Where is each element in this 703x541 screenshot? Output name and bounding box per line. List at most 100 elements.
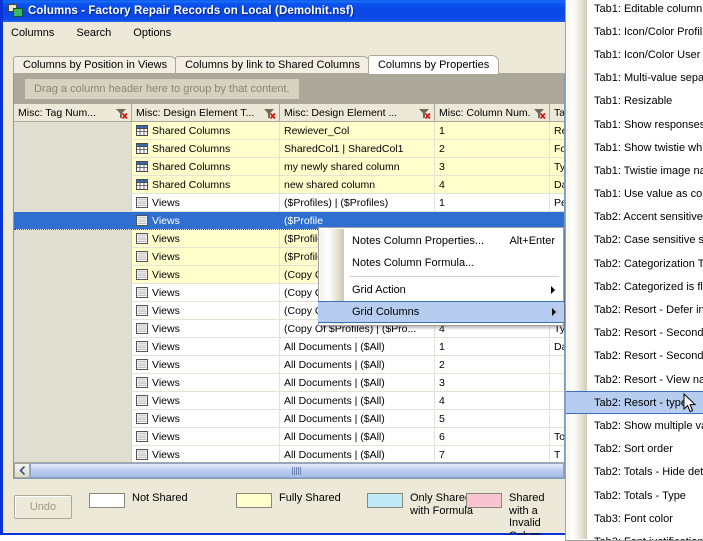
submenu-item-10[interactable]: Tab2: Case sensitive s [566,229,703,252]
submenu-item-2[interactable]: Tab1: Icon/Color User [566,43,703,66]
cell-tab-property[interactable] [550,410,564,427]
cell-design-element-type[interactable]: Views [132,392,280,409]
cell-design-element-type[interactable]: Views [132,266,280,283]
context-menu[interactable]: Notes Column Properties... Alt+Enter Not… [318,227,564,326]
table-row[interactable]: Shared Columns new shared column4Da [14,176,564,194]
cell-column-number[interactable]: 1 [435,122,550,139]
table-row[interactable]: Views All Documents | ($All) 5 [14,410,564,428]
context-menu-item-grid-action[interactable]: Grid Action [319,279,563,301]
cell-design-element-type[interactable]: Views [132,320,280,337]
cell-design-element-type[interactable]: Views [132,374,280,391]
table-row[interactable]: Views All Documents | ($All)1Da [14,338,564,356]
cell-design-element-name[interactable]: ($Profiles) | ($Profiles) [280,194,435,211]
filter-clear-icon[interactable] [533,108,546,119]
submenu-item-6[interactable]: Tab1: Show twistie wh [566,136,703,159]
cell-design-element-type[interactable]: Views [132,284,280,301]
cell-tab-property[interactable]: T [550,446,564,462]
filter-clear-icon[interactable] [263,108,276,119]
grid-columns-submenu[interactable]: Tab1: Editable column Tab1: Icon/Color Pr… [565,0,703,541]
cell-design-element-name[interactable]: new shared column [280,176,435,193]
cell-design-element-name[interactable]: All Documents | ($All) [280,374,435,391]
submenu-item-12[interactable]: Tab2: Categorized is fl [566,275,703,298]
submenu-item-17[interactable]: Tab2: Resort - type [566,391,703,415]
cell-tag-number[interactable] [14,140,132,157]
cell-design-element-type[interactable]: Views [132,302,280,319]
grid-column-headers[interactable]: Misc: Tag Num... Misc: Design Element T..… [14,104,564,122]
submenu-item-1[interactable]: Tab1: Icon/Color Profil [566,20,703,43]
cell-tag-number[interactable] [14,158,132,175]
cell-tag-number[interactable] [14,302,132,319]
table-row[interactable]: Views All Documents | ($All) 3 [14,374,564,392]
submenu-item-3[interactable]: Tab1: Multi-value sepa [566,67,703,90]
tab-columns-by-position[interactable]: Columns by Position in Views [13,56,178,74]
submenu-item-7[interactable]: Tab1: Twistie image na [566,159,703,182]
cell-design-element-name[interactable]: my newly shared column [280,158,435,175]
submenu-item-4[interactable]: Tab1: Resizable [566,90,703,113]
submenu-item-18[interactable]: Tab2: Show multiple va [566,414,703,437]
submenu-item-21[interactable]: Tab2: Totals - Type [566,484,703,507]
cell-design-element-name[interactable]: Rewiever_Col [280,122,435,139]
submenu-item-14[interactable]: Tab2: Resort - Second [566,322,703,345]
cell-design-element-type[interactable]: Views [132,428,280,445]
cell-design-element-name[interactable]: All Documents | ($All) [280,392,435,409]
submenu-item-23[interactable]: Tab3: Font justification [566,530,703,540]
horizontal-scrollbar[interactable] [14,462,564,478]
cell-tag-number[interactable] [14,230,132,247]
grid-column-header-3[interactable]: Misc: Column Num... [435,104,550,121]
menu-options[interactable]: Options [133,25,180,41]
tab-columns-by-link[interactable]: Columns by link to Shared Columns [175,56,370,74]
cell-design-element-name[interactable]: SharedCol1 | SharedCol1 [280,140,435,157]
grid-column-header-1[interactable]: Misc: Design Element T... [132,104,280,121]
cell-tab-property[interactable]: Ty [550,158,564,175]
cell-design-element-type[interactable]: Views [132,338,280,355]
cell-design-element-type[interactable]: Views [132,212,280,229]
grid-column-header-4[interactable]: Ta [550,104,564,121]
cell-design-element-type[interactable]: Views [132,410,280,427]
cell-tag-number[interactable] [14,176,132,193]
table-row[interactable]: Views All Documents | ($All) 4 [14,392,564,410]
cell-tag-number[interactable] [14,194,132,211]
cell-tab-property[interactable]: Fo [550,140,564,157]
cell-tag-number[interactable] [14,410,132,427]
table-row[interactable]: Views All Documents | ($All) 7 T [14,446,564,462]
tab-strip[interactable]: Columns by Position in Views Columns by … [13,55,565,74]
cell-column-number[interactable]: 3 [435,374,550,391]
submenu-item-9[interactable]: Tab2: Accent sensitive [566,206,703,229]
cell-design-element-type[interactable]: Views [132,230,280,247]
submenu-item-15[interactable]: Tab2: Resort - Second [566,345,703,368]
cell-column-number[interactable]: 4 [435,392,550,409]
table-row[interactable]: Shared Columns my newly shared column 3 Ty [14,158,564,176]
tab-columns-by-properties[interactable]: Columns by Properties [367,55,500,74]
cell-design-element-name[interactable]: All Documents | ($All) [280,410,435,427]
submenu-item-11[interactable]: Tab2: Categorization T [566,252,703,275]
cell-tab-property[interactable] [550,392,564,409]
context-menu-item-notes-column-formula[interactable]: Notes Column Formula... [319,252,563,274]
context-menu-item-notes-column-properties[interactable]: Notes Column Properties... Alt+Enter [319,230,563,252]
chevron-left-icon[interactable] [14,463,30,478]
menu-columns[interactable]: Columns [11,25,63,41]
menu-bar[interactable]: Columns Search Options [4,23,565,43]
cell-column-number[interactable]: 5 [435,410,550,427]
cell-design-element-name[interactable]: All Documents | ($All) [280,338,435,355]
cell-tag-number[interactable] [14,392,132,409]
filter-clear-icon[interactable] [418,108,431,119]
cell-design-element-name[interactable]: All Documents | ($All) [280,428,435,445]
submenu-item-22[interactable]: Tab3: Font color [566,507,703,530]
cell-column-number[interactable]: 2 [435,356,550,373]
cell-tab-property[interactable] [550,374,564,391]
cell-column-number[interactable]: 1 [435,338,550,355]
cell-design-element-name[interactable]: All Documents | ($All) [280,356,435,373]
cell-tag-number[interactable] [14,248,132,265]
cell-column-number[interactable]: 4 [435,176,550,193]
cell-design-element-type[interactable]: Shared Columns [132,140,280,157]
table-row[interactable]: Shared Columns SharedCol1 | SharedCol12Fo [14,140,564,158]
cell-column-number[interactable]: 7 [435,446,550,462]
cell-design-element-type[interactable]: Shared Columns [132,158,280,175]
cell-design-element-type[interactable]: Views [132,356,280,373]
cell-column-number[interactable]: 3 [435,158,550,175]
undo-button[interactable]: Undo [14,495,72,519]
cell-tab-property[interactable]: Da [550,338,564,355]
cell-design-element-type[interactable]: Views [132,248,280,265]
filter-clear-icon[interactable] [115,108,128,119]
submenu-item-16[interactable]: Tab2: Resort - View na [566,368,703,391]
